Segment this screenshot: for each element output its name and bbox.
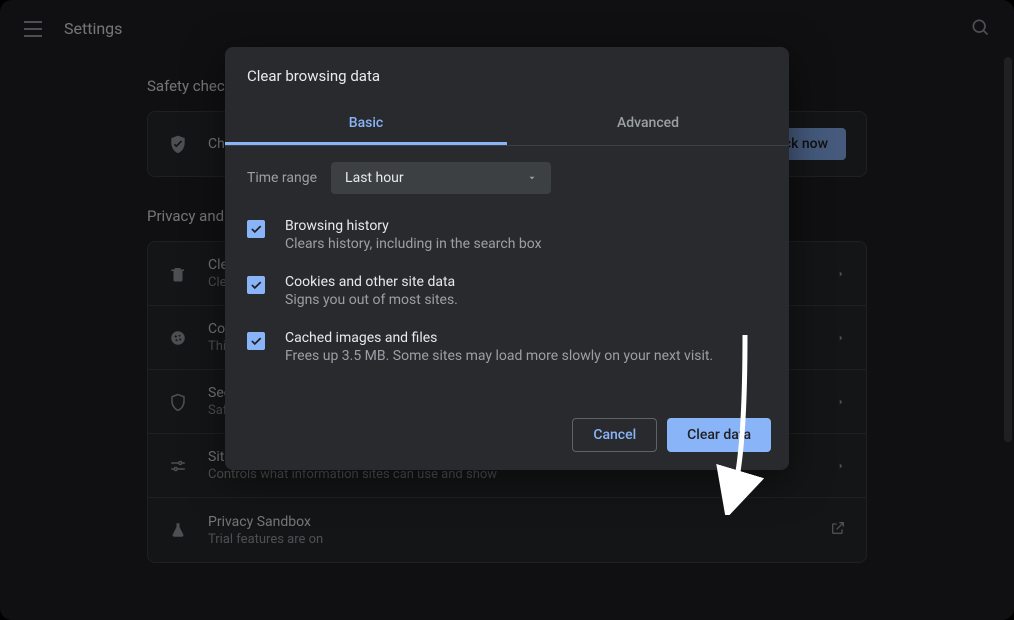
tab-advanced[interactable]: Advanced	[507, 101, 789, 145]
checkbox-sublabel: Clears history, including in the search …	[285, 236, 542, 252]
checkbox-sublabel: Signs you out of most sites.	[285, 292, 458, 308]
clear-browsing-data-dialog: Clear browsing data Basic Advanced Time …	[225, 47, 789, 470]
clear-data-button[interactable]: Clear data	[667, 418, 771, 452]
checkbox-label: Browsing history	[285, 218, 542, 234]
checkbox-row-browsing-history: Browsing history Clears history, includi…	[247, 218, 767, 252]
checkbox-row-cookies: Cookies and other site data Signs you ou…	[247, 274, 767, 308]
time-range-select[interactable]: Last hour	[331, 162, 551, 194]
checkbox-row-cached: Cached images and files Frees up 3.5 MB.…	[247, 330, 767, 364]
checkbox-sublabel: Frees up 3.5 MB. Some sites may load mor…	[285, 348, 713, 364]
checkbox-label: Cookies and other site data	[285, 274, 458, 290]
checkbox-label: Cached images and files	[285, 330, 713, 346]
dialog-title: Clear browsing data	[225, 47, 789, 101]
checkbox-cached[interactable]	[247, 332, 265, 350]
time-range-value: Last hour	[345, 170, 404, 186]
tab-basic[interactable]: Basic	[225, 101, 507, 145]
time-range-label: Time range	[247, 170, 317, 186]
dialog-overlay: Clear browsing data Basic Advanced Time …	[0, 0, 1014, 620]
cancel-button[interactable]: Cancel	[572, 418, 657, 452]
dropdown-icon	[527, 173, 537, 183]
checkbox-cookies[interactable]	[247, 276, 265, 294]
checkbox-browsing-history[interactable]	[247, 220, 265, 238]
